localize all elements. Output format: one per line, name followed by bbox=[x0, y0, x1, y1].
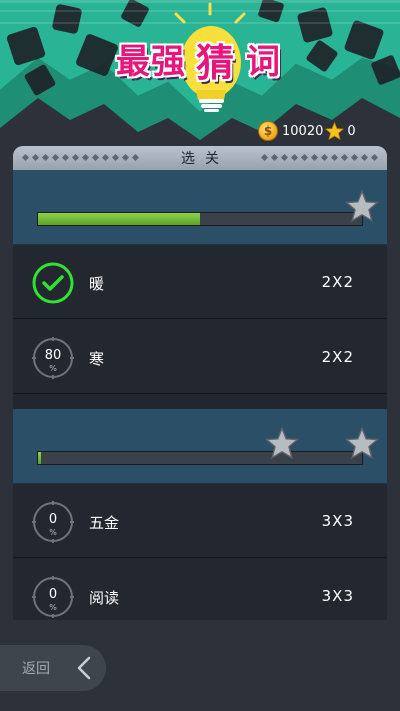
level-name: 暖 bbox=[89, 275, 105, 293]
game-title-part-3: 词 bbox=[246, 42, 281, 82]
level-row[interactable]: 暖 2X2 bbox=[13, 245, 387, 319]
milestone-star-icon bbox=[345, 427, 379, 459]
group-progress-bar bbox=[37, 212, 363, 226]
header-ornament-right bbox=[260, 153, 379, 162]
chevron-left-icon bbox=[77, 656, 91, 680]
complete-check-icon bbox=[32, 262, 74, 304]
panel-title: 选关 bbox=[181, 151, 229, 167]
level-row[interactable]: 80 % 寒 2X2 bbox=[13, 320, 387, 394]
back-button[interactable]: 返回 bbox=[0, 645, 106, 691]
group-progress-fill bbox=[38, 452, 42, 464]
group-progress-bar bbox=[37, 451, 363, 465]
level-row[interactable]: 0 % 五金 3X3 bbox=[13, 484, 387, 558]
level-grid-size: 3X3 bbox=[321, 587, 354, 605]
progress-percent-sign: % bbox=[49, 364, 57, 373]
progress-percent-sign: % bbox=[49, 603, 57, 612]
milestone-star-icon bbox=[265, 427, 299, 459]
game-title: 最强 猜 词 bbox=[116, 28, 296, 85]
level-grid-size: 3X3 bbox=[321, 512, 354, 530]
level-row[interactable]: 0 % 阅读 3X3 bbox=[13, 559, 387, 620]
progress-ring: 0 % bbox=[31, 575, 75, 619]
group-progress-fill bbox=[38, 213, 200, 225]
coin-icon: $ bbox=[258, 121, 278, 141]
progress-percent: 0 bbox=[48, 587, 58, 602]
progress-ring: 0 % bbox=[31, 500, 75, 544]
game-title-part-1: 最强 bbox=[116, 42, 186, 82]
progress-percent: 0 bbox=[48, 512, 58, 527]
progress-ring: 80 % bbox=[31, 336, 75, 380]
level-select-panel: 选关 暖 2X2 80 % 寒 2X2 0 % 五金 3X3 0 % 阅读 3X… bbox=[13, 146, 387, 620]
level-grid-size: 2X2 bbox=[321, 273, 354, 291]
level-name: 阅读 bbox=[89, 589, 120, 607]
level-group-2 bbox=[13, 409, 387, 484]
currency-display: $ 10020 0 bbox=[258, 121, 356, 141]
header-ornament-left bbox=[21, 153, 140, 162]
panel-header: 选关 bbox=[13, 146, 387, 170]
level-group-1 bbox=[13, 170, 387, 245]
back-button-label: 返回 bbox=[22, 661, 50, 677]
star-icon bbox=[325, 122, 345, 140]
game-title-part-2: 猜 bbox=[196, 41, 236, 85]
progress-percent-sign: % bbox=[49, 528, 57, 537]
level-grid-size: 2X2 bbox=[321, 348, 354, 366]
level-name: 五金 bbox=[89, 514, 120, 532]
coin-count: 10020 bbox=[282, 123, 324, 139]
progress-percent: 80 bbox=[44, 348, 62, 363]
milestone-star-icon bbox=[345, 190, 379, 222]
star-count: 0 bbox=[347, 123, 356, 139]
level-name: 寒 bbox=[89, 350, 105, 368]
